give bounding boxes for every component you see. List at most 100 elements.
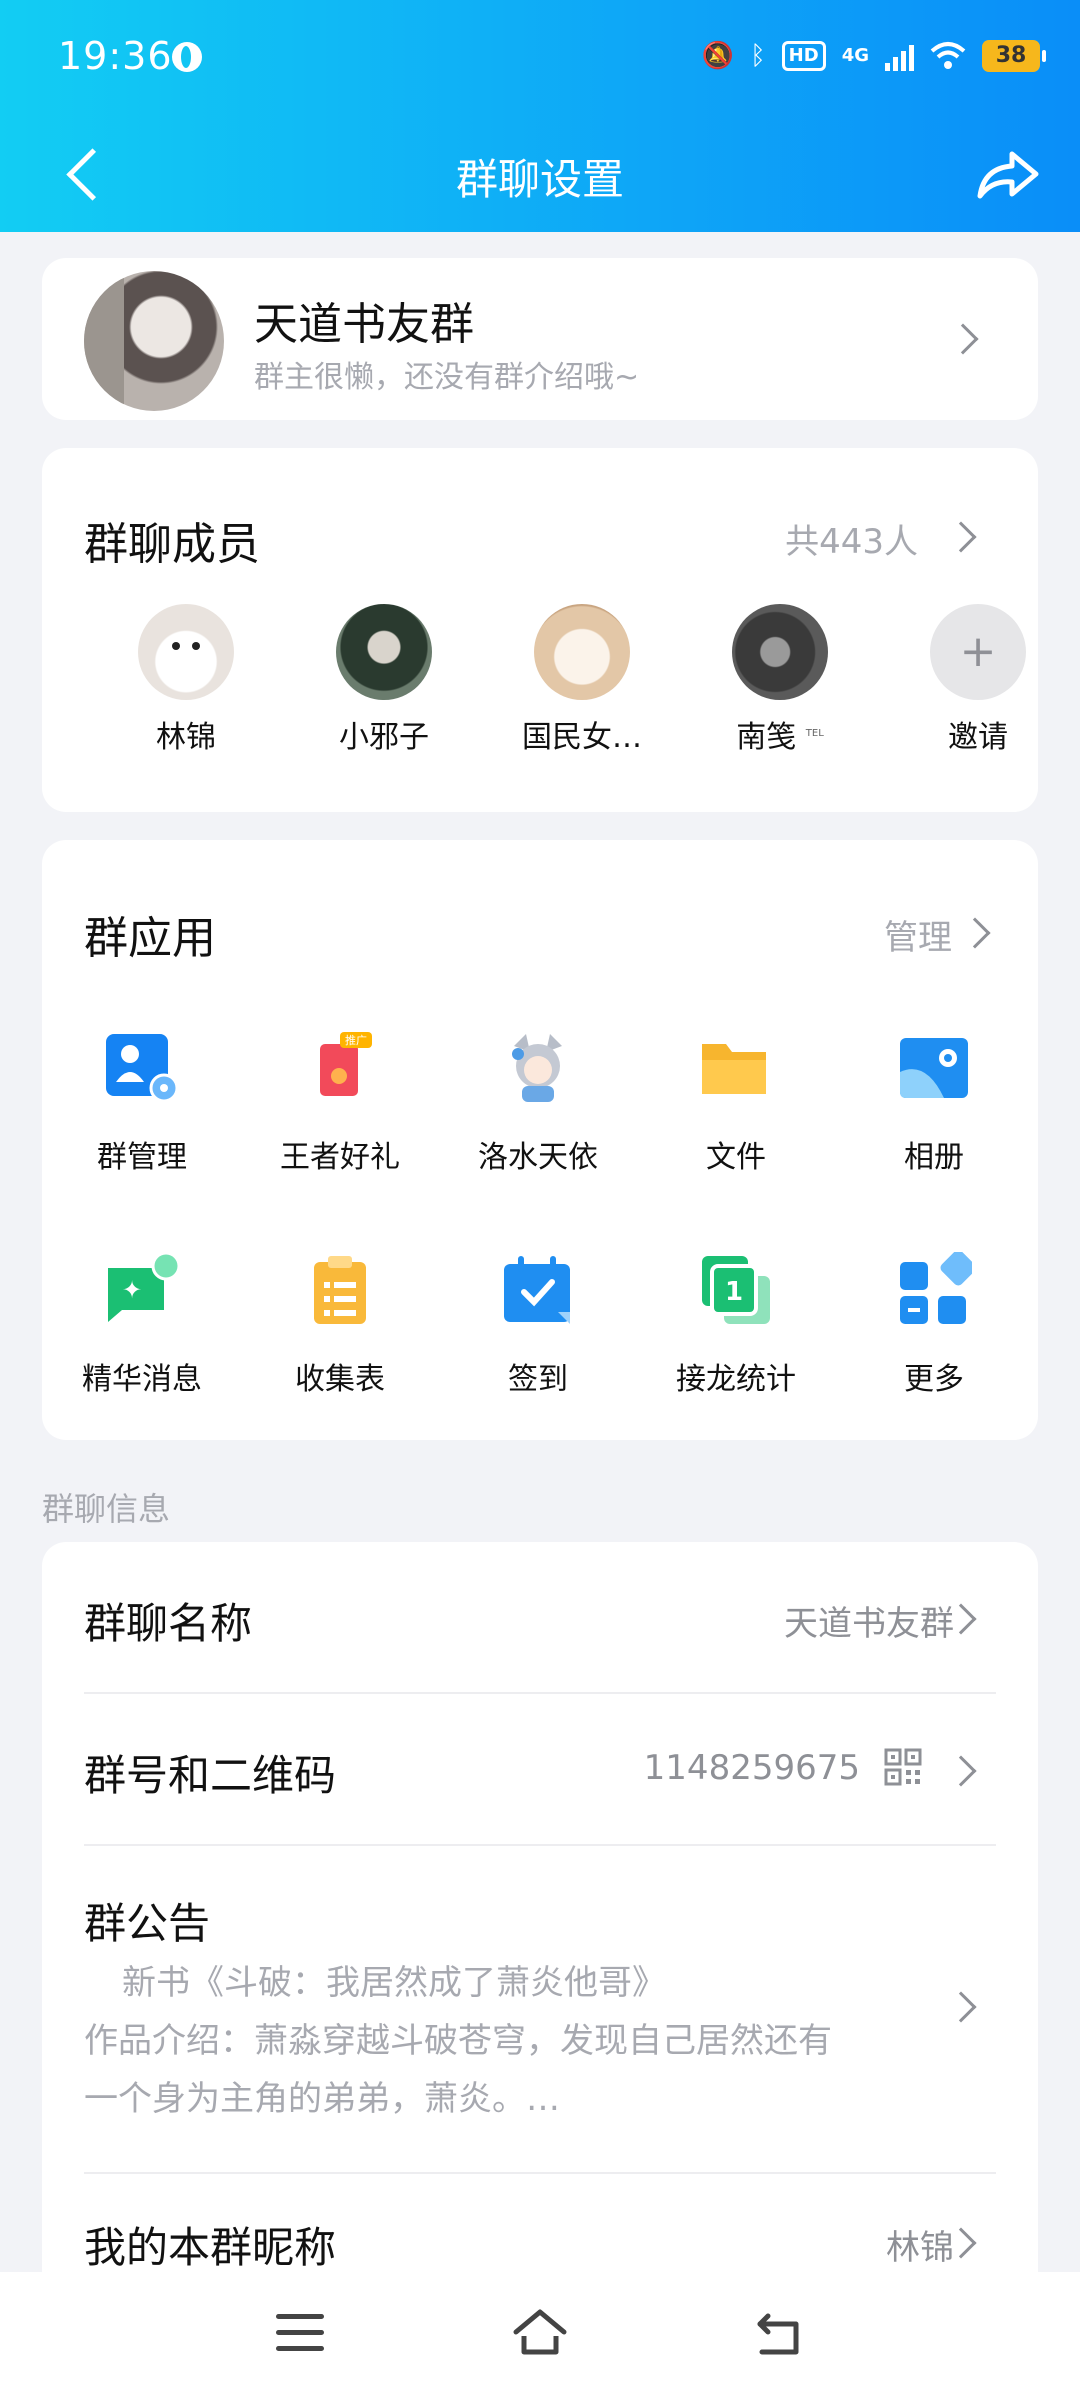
app-label: 相册 bbox=[904, 1140, 964, 1175]
row-group-number[interactable]: 群号和二维码 1148259675 bbox=[84, 1694, 996, 1844]
chevron-right-icon bbox=[947, 323, 979, 355]
section-label: 群聊信息 bbox=[42, 1490, 171, 1528]
system-nav-bar bbox=[0, 2272, 1080, 2400]
member-name: 国民女… bbox=[522, 720, 642, 755]
status-time: 19:36 bbox=[58, 34, 173, 78]
mute-icon: 🔕 bbox=[701, 41, 735, 71]
app-album[interactable]: 相册 bbox=[834, 1030, 1034, 1176]
group-name: 天道书友群 bbox=[254, 299, 474, 350]
app-checkin[interactable]: 签到 bbox=[438, 1252, 638, 1398]
app-label: 文件 bbox=[706, 1140, 766, 1175]
gift-icon: 推广 bbox=[320, 1032, 372, 1096]
avatar bbox=[732, 604, 828, 700]
group-apps-card: 群应用 管理 群管理 推广 王者好礼 洛水天依 文件 相册 ✦ 精华消息 收集表… bbox=[42, 840, 1038, 1440]
row-title: 群公告 bbox=[84, 1899, 211, 1948]
svg-text:1: 1 bbox=[725, 1277, 743, 1307]
avatar bbox=[534, 604, 630, 700]
app-label: 王者好礼 bbox=[280, 1140, 400, 1175]
vpn-icon bbox=[172, 42, 202, 72]
group-number-value: 1148259675 bbox=[643, 1748, 860, 1788]
member-item[interactable]: 小邪子 bbox=[294, 604, 474, 756]
share-icon[interactable] bbox=[970, 136, 1046, 212]
wifi-icon bbox=[930, 42, 966, 69]
album-icon bbox=[900, 1038, 968, 1098]
notice-line: 作品介绍：萧淼穿越斗破苍穹，发现自己居然还有 bbox=[84, 2021, 832, 2061]
tel-badge: TEL bbox=[805, 728, 824, 739]
notice-line: 新书《斗破：我居然成了萧炎他哥》 bbox=[122, 1963, 666, 2003]
check-in-calendar-icon bbox=[504, 1256, 570, 1324]
member-name: 小邪子 bbox=[339, 720, 429, 755]
member-list: 林锦 小邪子 国民女… 南笺 TEL + 邀请 bbox=[42, 604, 1038, 768]
svg-text:✦: ✦ bbox=[122, 1276, 142, 1304]
nav-bar: 群聊设置 bbox=[0, 116, 1080, 232]
app-label: 签到 bbox=[508, 1362, 568, 1397]
app-gift[interactable]: 推广 王者好礼 bbox=[240, 1030, 440, 1176]
member-count[interactable]: 共443人 bbox=[785, 514, 918, 563]
app-label: 洛水天依 bbox=[478, 1140, 598, 1175]
hd-icon: HD bbox=[781, 41, 826, 71]
row-title: 我的本群昵称 bbox=[84, 2223, 337, 2272]
avatar bbox=[336, 604, 432, 700]
signal-icon bbox=[885, 41, 914, 71]
essence-message-icon: ✦ bbox=[108, 1251, 181, 1322]
more-grid-icon bbox=[900, 1250, 976, 1324]
invite-label: 邀请 bbox=[948, 720, 1008, 755]
chevron-right-icon bbox=[945, 1991, 977, 2023]
bluetooth-icon: ᛒ bbox=[750, 41, 766, 71]
app-essence[interactable]: ✦ 精华消息 bbox=[42, 1251, 242, 1398]
nickname-value: 林锦 bbox=[886, 2228, 954, 2268]
row-group-notice[interactable]: 群公告 新书《斗破：我居然成了萧炎他哥》 作品介绍：萧淼穿越斗破苍穹，发现自己居… bbox=[84, 1846, 996, 2166]
avatar bbox=[138, 604, 234, 700]
app-relay[interactable]: 1 接龙统计 bbox=[636, 1252, 836, 1398]
invite-button[interactable]: + 邀请 bbox=[888, 604, 1068, 756]
chevron-right-icon bbox=[945, 1755, 977, 1787]
notice-line: 一个身为主角的弟弟，萧炎。… bbox=[84, 2079, 560, 2119]
app-label: 精华消息 bbox=[82, 1362, 202, 1397]
header: 19:36 🔕 ᛒ HD 4G 38 群聊设置 bbox=[0, 0, 1080, 232]
qr-code-icon[interactable] bbox=[884, 1748, 922, 1786]
status-icons: 🔕 ᛒ HD 4G 38 bbox=[701, 36, 1046, 76]
member-item[interactable]: 林锦 bbox=[96, 604, 276, 756]
app-files[interactable]: 文件 bbox=[636, 1030, 836, 1176]
chevron-right-icon[interactable] bbox=[959, 917, 991, 949]
chevron-right-icon[interactable] bbox=[945, 521, 977, 553]
app-more[interactable]: 更多 bbox=[834, 1250, 1034, 1398]
app-label: 接龙统计 bbox=[676, 1362, 796, 1397]
group-admin-icon bbox=[106, 1034, 179, 1103]
network-type: 4G bbox=[841, 45, 869, 66]
promo-badge: 推广 bbox=[345, 1033, 367, 1047]
app-form[interactable]: 收集表 bbox=[240, 1252, 440, 1398]
member-item[interactable]: 国民女… bbox=[492, 604, 672, 756]
battery-indicator: 38 bbox=[982, 40, 1046, 72]
app-group-admin[interactable]: 群管理 bbox=[42, 1030, 242, 1176]
row-title: 群号和二维码 bbox=[84, 1751, 337, 1800]
folder-icon bbox=[702, 1044, 766, 1094]
group-name-value: 天道书友群 bbox=[784, 1604, 954, 1644]
form-icon bbox=[314, 1256, 366, 1324]
member-name: 林锦 bbox=[156, 720, 216, 755]
character-avatar-icon bbox=[512, 1034, 562, 1102]
members-title: 群聊成员 bbox=[84, 519, 260, 570]
app-label: 群管理 bbox=[97, 1140, 187, 1175]
group-profile-card[interactable]: 天道书友群 群主很懒，还没有群介绍哦~ bbox=[42, 258, 1038, 420]
row-group-name[interactable]: 群聊名称 天道书友群 bbox=[84, 1542, 996, 1692]
group-avatar[interactable] bbox=[84, 271, 224, 411]
app-label: 收集表 bbox=[295, 1362, 385, 1397]
page-title: 群聊设置 bbox=[455, 155, 624, 204]
group-intro: 群主很懒，还没有群介绍哦~ bbox=[254, 360, 640, 395]
apps-title: 群应用 bbox=[84, 913, 216, 964]
menu-icon[interactable] bbox=[276, 2314, 324, 2354]
relay-icon: 1 bbox=[702, 1256, 770, 1324]
app-luoshui[interactable]: 洛水天依 bbox=[438, 1030, 638, 1176]
system-back-icon[interactable] bbox=[752, 2306, 806, 2360]
manage-link[interactable]: 管理 bbox=[884, 910, 952, 959]
home-icon[interactable] bbox=[510, 2302, 570, 2362]
status-bar: 19:36 🔕 ᛒ HD 4G 38 bbox=[0, 0, 1080, 116]
member-name: 南笺 TEL bbox=[690, 712, 870, 756]
row-title: 群聊名称 bbox=[84, 1599, 253, 1648]
plus-icon: + bbox=[930, 604, 1026, 700]
member-name-text: 南笺 bbox=[736, 720, 797, 755]
app-label: 更多 bbox=[904, 1362, 964, 1397]
member-item[interactable]: 南笺 TEL bbox=[690, 604, 870, 756]
notice-preview: 新书《斗破：我居然成了萧炎他哥》 作品介绍：萧淼穿越斗破苍穹，发现自己居然还有 … bbox=[84, 1954, 944, 2128]
